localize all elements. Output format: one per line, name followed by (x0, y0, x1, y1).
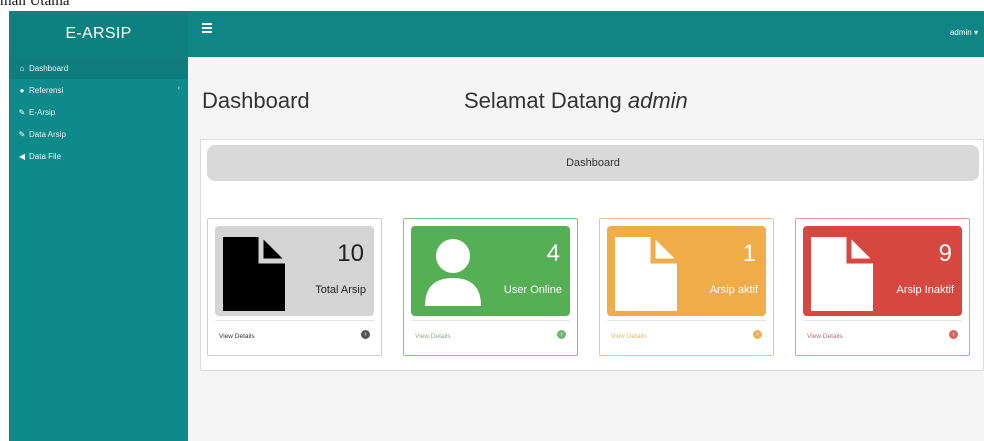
stat-card-total-arsip: 10 Total Arsip View Details › (207, 218, 382, 356)
document-icon (615, 237, 677, 311)
page-caption: man Utama (0, 0, 70, 9)
stat-count: 9 (938, 240, 952, 267)
stat-count: 10 (337, 240, 364, 267)
dashboard-panel: Dashboard 10 Total Arsip View Details › … (200, 139, 984, 371)
sidebar-item-referensi[interactable]: ● Referensi ‹ (9, 79, 188, 101)
chevron-left-icon: ‹ (177, 85, 180, 92)
sidebar: E-ARSIP ⌂ Dashboard ● Referensi ‹ ✎ E-Ar… (9, 11, 188, 441)
stat-label: User Online (503, 284, 562, 296)
document-icon (811, 237, 873, 311)
pencil-icon: ✎ (18, 107, 26, 117)
view-details-label: View Details (611, 333, 647, 340)
stat-count: 1 (742, 240, 756, 267)
view-details-link[interactable]: View Details › (411, 320, 570, 350)
main-content: Dashboard Selamat Datang admin Dashboard… (188, 57, 984, 441)
view-details-label: View Details (219, 333, 255, 340)
view-details-label: View Details (415, 333, 451, 340)
sidebar-item-label: Referensi (29, 85, 64, 95)
sidebar-item-label: Data File (29, 151, 62, 161)
stat-label: Total Arsip (315, 284, 366, 296)
view-details-link[interactable]: View Details › (215, 320, 374, 350)
stat-card-arsip-inaktif: 9 Arsip Inaktif View Details › (795, 218, 970, 356)
menu-toggle-icon[interactable] (202, 23, 212, 33)
sidebar-item-dashboard[interactable]: ⌂ Dashboard (9, 57, 188, 79)
sidebar-item-data-file[interactable]: ◀ Data File (9, 145, 188, 167)
sidebar-item-data-arsip[interactable]: ✎ Data Arsip (9, 123, 188, 145)
panel-heading: Dashboard (207, 145, 979, 181)
arrow-circle-right-icon: › (361, 330, 370, 339)
user-menu[interactable]: admin ▾ (950, 28, 978, 37)
arrow-circle-right-icon: › (753, 330, 762, 339)
brand-title[interactable]: E-ARSIP (9, 11, 188, 57)
stat-card-header: 1 Arsip aktif (607, 226, 766, 316)
stat-card-header: 9 Arsip Inaktif (803, 226, 962, 316)
user-icon (425, 239, 481, 306)
arrow-circle-right-icon: › (949, 330, 958, 339)
welcome-message: Selamat Datang admin (464, 88, 688, 113)
sidebar-item-label: Dashboard (29, 63, 69, 73)
stat-card-header: 10 Total Arsip (215, 226, 374, 316)
home-icon: ⌂ (19, 63, 25, 73)
view-details-label: View Details (807, 333, 843, 340)
stat-label: Arsip aktif (709, 284, 758, 296)
page-title: Dashboard (202, 88, 310, 113)
stat-count: 4 (546, 240, 560, 267)
sidebar-nav: ⌂ Dashboard ● Referensi ‹ ✎ E-Arsip ✎ Da… (9, 57, 188, 167)
view-details-link[interactable]: View Details › (803, 320, 962, 350)
stat-card-arsip-aktif: 1 Arsip aktif View Details › (599, 218, 774, 356)
pencil-icon: ✎ (18, 129, 26, 139)
app-window: E-ARSIP ⌂ Dashboard ● Referensi ‹ ✎ E-Ar… (9, 11, 984, 441)
stat-card-user-online: 4 User Online View Details › (403, 218, 578, 356)
document-icon (223, 237, 285, 311)
users-icon: ● (19, 85, 25, 95)
view-details-link[interactable]: View Details › (607, 320, 766, 350)
stat-card-header: 4 User Online (411, 226, 570, 316)
file-icon: ◀ (18, 151, 26, 161)
top-navbar: admin ▾ (188, 11, 984, 57)
sidebar-item-label: Data Arsip (29, 129, 66, 139)
stat-label: Arsip Inaktif (896, 284, 954, 296)
sidebar-item-label: E-Arsip (29, 107, 56, 117)
sidebar-item-e-arsip[interactable]: ✎ E-Arsip (9, 101, 188, 123)
welcome-username: admin (627, 88, 688, 113)
arrow-circle-right-icon: › (557, 330, 566, 339)
